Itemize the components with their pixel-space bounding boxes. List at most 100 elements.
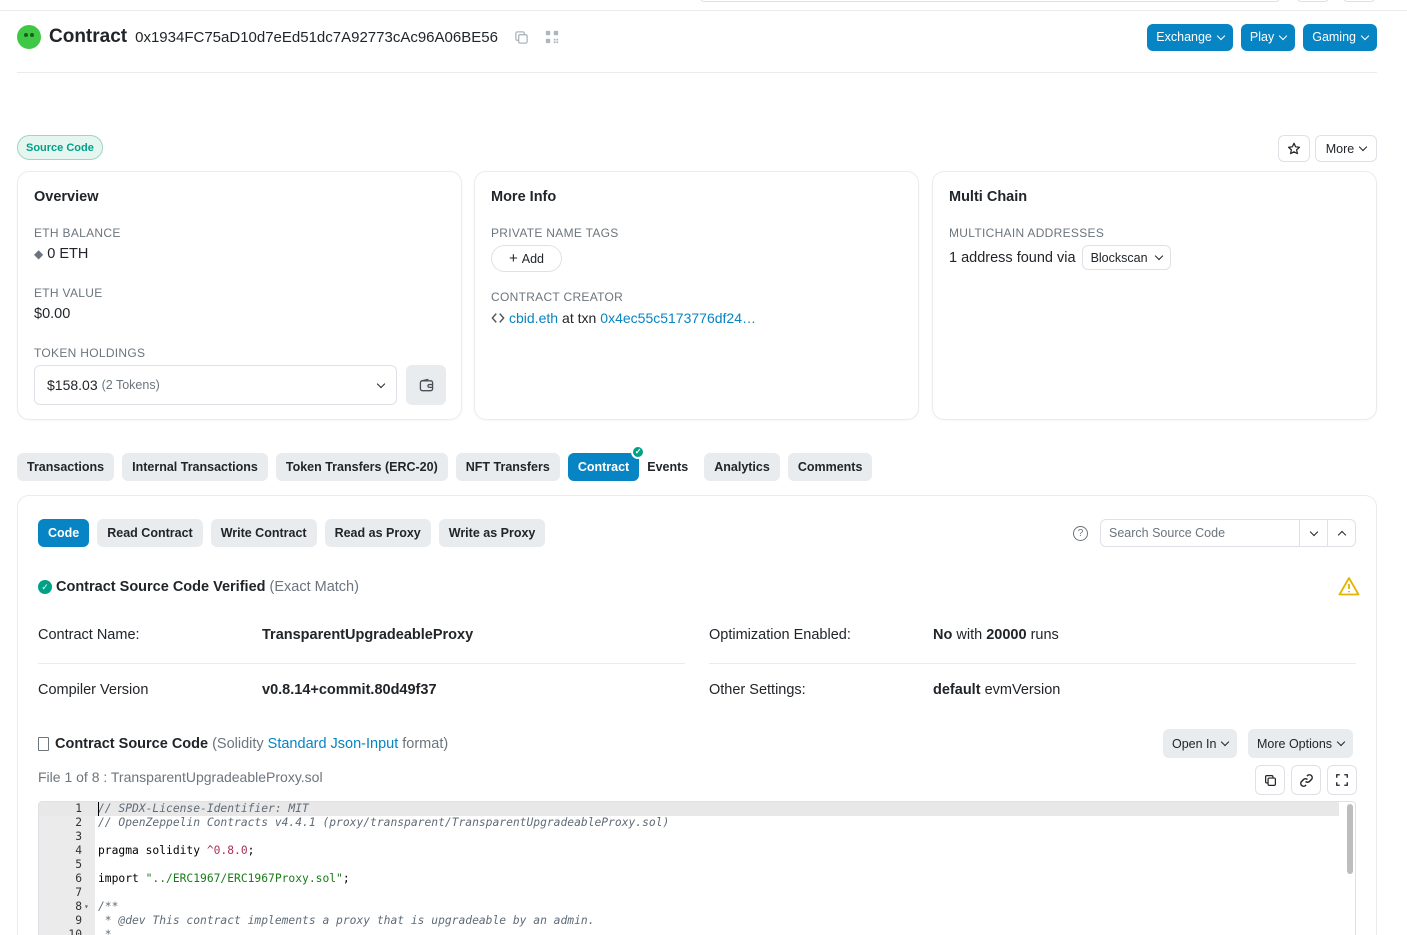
search-prev-button[interactable] [1327, 520, 1355, 546]
tab-token-transfers[interactable]: Token Transfers (ERC-20) [275, 453, 448, 481]
tab-analytics[interactable]: Analytics [704, 453, 780, 481]
line-number: 3 [75, 830, 82, 843]
play-button[interactable]: Play [1240, 23, 1296, 51]
at-txn-text: at txn [562, 310, 597, 326]
tab-comments[interactable]: Comments [787, 453, 873, 481]
token-holdings-label: TOKEN HOLDINGS [34, 346, 146, 360]
copy-source-button[interactable] [1255, 765, 1285, 795]
source-title-text: Contract Source Code [55, 736, 209, 752]
wallet-icon [419, 378, 433, 391]
address-tabs: Transactions Internal Transactions Token… [17, 445, 873, 481]
code-icon [491, 313, 505, 323]
tab-events[interactable]: Events [639, 453, 696, 481]
fold-toggle-icon[interactable]: ▾ [84, 900, 89, 914]
standard-json-input-link[interactable]: Standard Json-Input [268, 736, 399, 752]
tab-nft-transfers[interactable]: NFT Transfers [455, 453, 560, 481]
search-next-button[interactable] [1299, 520, 1327, 546]
card-title: Multi Chain [949, 189, 1028, 205]
gaming-button[interactable]: Gaming [1303, 23, 1377, 51]
source-code-title: Contract Source Code (Solidity Standard … [38, 736, 448, 752]
tab-internal-transactions[interactable]: Internal Transactions [122, 453, 268, 481]
contract-avatar-icon [17, 25, 41, 49]
open-in-button[interactable]: Open In [1163, 729, 1238, 758]
other-settings-suffix: evmVersion [984, 682, 1061, 698]
blockscan-label: Blockscan [1090, 250, 1148, 265]
code-text: * @dev This contract implements a proxy … [98, 914, 595, 927]
eth-balance-value: ◆ 0 ETH [34, 246, 88, 262]
search-source-input[interactable] [1101, 520, 1299, 546]
subtab-read-as-proxy[interactable]: Read as Proxy [324, 519, 431, 547]
file-info: File 1 of 8 : TransparentUpgradeableProx… [38, 769, 323, 785]
line-number: 8 [75, 900, 82, 913]
subtab-write-contract[interactable]: Write Contract [210, 519, 317, 547]
contract-creator-label: CONTRACT CREATOR [491, 290, 624, 304]
token-holdings-dropdown[interactable]: $158.03 (2 Tokens) [34, 365, 397, 405]
code-text: pragma solidity ^0.8.0; [98, 844, 255, 857]
chevron-down-icon [1309, 527, 1318, 536]
warning-icon[interactable] [1338, 576, 1360, 599]
chevron-down-icon [1154, 251, 1163, 261]
chevron-down-icon [376, 379, 386, 388]
code-line: 5 [39, 858, 1339, 872]
open-in-label: Open In [1172, 736, 1217, 751]
copy-icon[interactable] [514, 30, 529, 45]
verified-text: Contract Source Code Verified [56, 579, 266, 595]
chevron-down-icon [1216, 31, 1226, 40]
permalink-button[interactable] [1291, 765, 1321, 795]
page-title: Contract [49, 26, 128, 47]
optimization-runs: 20000 [986, 627, 1027, 643]
code-editor[interactable]: 1 // SPDX-License-Identifier: MIT 2 // Open… [38, 801, 1356, 935]
other-settings-default: default [933, 682, 981, 698]
code-line: 1 // SPDX-License-Identifier: MIT [39, 802, 1339, 816]
exchange-button-label: Exchange [1156, 30, 1212, 44]
multi-chain-card: Multi Chain MULTICHAIN ADDRESSES 1 addre… [932, 171, 1377, 420]
multichain-text: 1 address found via [949, 249, 1076, 266]
creator-link[interactable]: cbid.eth [509, 310, 558, 326]
wallet-button[interactable] [406, 365, 446, 405]
add-tag-button[interactable]: + Add [491, 245, 562, 272]
line-number: 6 [75, 872, 82, 885]
page-header: Contract 0x1934FC75aD10d7eEd51dc7A92773c… [17, 22, 1377, 52]
help-icon[interactable]: ? [1073, 526, 1088, 541]
fullscreen-button[interactable] [1327, 765, 1357, 795]
contract-name-text: TransparentUpgradeableProxy [262, 627, 474, 643]
navbar-button-fragment[interactable] [1297, 0, 1329, 2]
subtab-read-contract[interactable]: Read Contract [97, 519, 203, 547]
subtab-write-as-proxy[interactable]: Write as Proxy [438, 519, 546, 547]
optimization-label: Optimization Enabled: [709, 627, 851, 643]
other-settings-label: Other Settings: [709, 682, 806, 698]
more-info-card: More Info PRIVATE NAME TAGS + Add CONTRAC… [474, 171, 919, 420]
source-search-group [1100, 519, 1356, 547]
tab-contract[interactable]: Contract ✓ [567, 445, 646, 481]
creation-txn-link[interactable]: 0x4ec55c5173776df24… [600, 310, 756, 326]
more-options-label: More Options [1257, 736, 1333, 751]
navbar-button-fragment[interactable] [1343, 0, 1375, 2]
optimization-enabled: No [933, 627, 953, 643]
blockscan-dropdown[interactable]: Blockscan [1081, 245, 1171, 270]
global-search-fragment[interactable] [700, 0, 1280, 2]
more-dropdown-button[interactable]: More [1315, 135, 1377, 162]
source-code-badge[interactable]: Source Code [17, 135, 103, 160]
compiler-value: v0.8.14+commit.80d49f37 [262, 682, 437, 698]
editor-scrollbar[interactable] [1347, 804, 1353, 874]
line-number: 5 [75, 858, 82, 871]
eth-value: $0.00 [34, 306, 71, 322]
code-text: * [98, 928, 112, 935]
code-text: import "../ERC1967/ERC1967Proxy.sol"; [98, 872, 350, 885]
gaming-button-label: Gaming [1312, 30, 1356, 44]
ethereum-icon: ◆ [34, 247, 44, 261]
multichain-addresses: 1 address found via Blockscan [949, 245, 1171, 270]
verified-status: ✓ Contract Source Code Verified (Exact M… [38, 579, 359, 595]
favorite-button[interactable] [1278, 135, 1310, 162]
row-divider [709, 663, 1356, 664]
code-line: 9 * @dev This contract implements a prox… [39, 914, 1339, 928]
chevron-down-icon [1278, 31, 1288, 40]
tab-transactions[interactable]: Transactions [17, 453, 115, 481]
header-buttons: Exchange Play Gaming [1147, 23, 1377, 51]
subtab-code[interactable]: Code [38, 519, 90, 547]
more-options-button[interactable]: More Options [1248, 729, 1354, 758]
contract-panel: Code Read Contract Write Contract Read a… [17, 495, 1377, 935]
qr-code-icon[interactable] [545, 30, 559, 44]
exchange-button[interactable]: Exchange [1147, 23, 1233, 51]
chevron-down-icon [1358, 142, 1368, 152]
